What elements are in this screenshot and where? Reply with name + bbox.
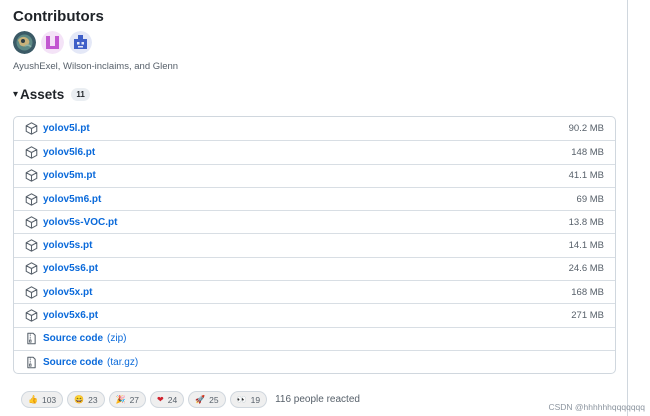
source-code-link[interactable]: Source code: [43, 333, 103, 344]
asset-row: yolov5x.pt 168 MB: [14, 280, 615, 303]
asset-link[interactable]: yolov5m.pt: [43, 170, 96, 181]
asset-row: yolov5s-VOC.pt 13.8 MB: [14, 210, 615, 233]
reaction-heart-button[interactable]: ❤ 24: [150, 391, 185, 408]
reaction-count: 24: [167, 394, 178, 405]
package-icon: [25, 309, 38, 322]
reaction-count: 103: [41, 394, 57, 405]
source-code-format: (tar.gz): [107, 356, 139, 368]
asset-link[interactable]: yolov5x.pt: [43, 287, 92, 298]
source-code-format: (zip): [107, 333, 127, 345]
package-icon: [25, 169, 38, 182]
contributor-avatars: [13, 31, 92, 54]
assets-title: Assets: [20, 87, 65, 102]
thumbs-up-icon: 👍: [28, 395, 38, 404]
contributors-title: Contributors: [13, 8, 104, 25]
package-icon: [25, 286, 38, 299]
assets-list: yolov5l.pt 90.2 MB yolov5l6.pt 148 MB yo…: [13, 116, 616, 375]
package-icon: [25, 262, 38, 276]
reaction-count: 19: [250, 394, 261, 405]
asset-row: yolov5m.pt 41.1 MB: [14, 163, 615, 187]
rocket-icon: 🚀: [195, 395, 206, 404]
asset-row: yolov5m6.pt 69 MB: [14, 186, 615, 210]
reaction-count: 27: [129, 394, 140, 405]
eyes-icon: 👀: [236, 395, 247, 404]
panel-divider: [627, 0, 628, 416]
asset-size: 13.8 MB: [568, 216, 604, 228]
reaction-count: 25: [209, 394, 219, 405]
package-icon: [25, 239, 38, 252]
asset-size: 14.1 MB: [568, 240, 604, 252]
heart-icon: ❤: [157, 395, 164, 404]
avatar-wilson-inclaims[interactable]: [41, 31, 64, 54]
source-code-row: Source code (zip): [14, 326, 615, 350]
reaction-thumbs-up-button[interactable]: 👍 103: [21, 391, 64, 408]
avatar-ayushexel[interactable]: [13, 31, 36, 54]
source-code-row: Source code (tar.gz): [14, 349, 615, 373]
package-icon: [25, 122, 38, 135]
triangle-down-icon[interactable]: ▾: [13, 89, 18, 100]
asset-row: yolov5l.pt 90.2 MB: [14, 117, 615, 140]
asset-link[interactable]: yolov5x6.pt: [43, 310, 98, 321]
asset-row: yolov5l6.pt 148 MB: [14, 140, 615, 163]
asset-link[interactable]: yolov5m6.pt: [43, 194, 101, 205]
reactions-summary: 116 people reacted: [275, 394, 360, 405]
asset-link[interactable]: yolov5l6.pt: [43, 147, 95, 158]
asset-size: 168 MB: [571, 286, 604, 298]
asset-link[interactable]: yolov5s6.pt: [43, 263, 98, 274]
asset-row: yolov5s.pt 14.1 MB: [14, 233, 615, 256]
hooray-icon: 🎉: [115, 395, 126, 404]
asset-size: 41.1 MB: [568, 170, 604, 182]
asset-link[interactable]: yolov5s-VOC.pt: [43, 217, 117, 228]
package-icon: [25, 146, 38, 159]
file-zip-icon: [25, 332, 38, 345]
source-code-link[interactable]: Source code: [43, 357, 103, 368]
asset-size: 90.2 MB: [568, 123, 604, 135]
asset-size: 69 MB: [576, 193, 604, 205]
watermark: CSDN @hhhhhhqqqqqqq: [548, 402, 645, 412]
reaction-rocket-button[interactable]: 🚀 25: [188, 391, 226, 408]
asset-row: yolov5s6.pt 24.6 MB: [14, 256, 615, 280]
file-zip-icon: [25, 356, 38, 369]
asset-size: 271 MB: [571, 310, 604, 322]
assets-count-badge: 11: [71, 88, 90, 101]
reactions-bar: 👍 103 😄 23 🎉 27 ❤ 24 🚀 25 👀 19 116 peopl…: [21, 391, 360, 408]
reaction-hooray-button[interactable]: 🎉 27: [108, 391, 147, 408]
asset-size: 148 MB: [571, 146, 604, 158]
reaction-eyes-button[interactable]: 👀 19: [229, 391, 268, 408]
package-icon: [25, 216, 38, 229]
asset-link[interactable]: yolov5s.pt: [43, 240, 92, 251]
avatar-glenn[interactable]: [69, 31, 92, 54]
reaction-laugh-button[interactable]: 😄 23: [67, 391, 105, 408]
asset-row: yolov5x6.pt 271 MB: [14, 303, 615, 326]
asset-link[interactable]: yolov5l.pt: [43, 123, 90, 134]
assets-header[interactable]: ▾ Assets 11: [13, 87, 90, 102]
laugh-icon: 😄: [74, 395, 85, 404]
asset-size: 24.6 MB: [568, 263, 604, 275]
package-icon: [25, 192, 38, 206]
contributors-names: AyushExel, Wilson-inclaims, and Glenn: [13, 61, 179, 72]
reaction-count: 23: [88, 394, 98, 405]
